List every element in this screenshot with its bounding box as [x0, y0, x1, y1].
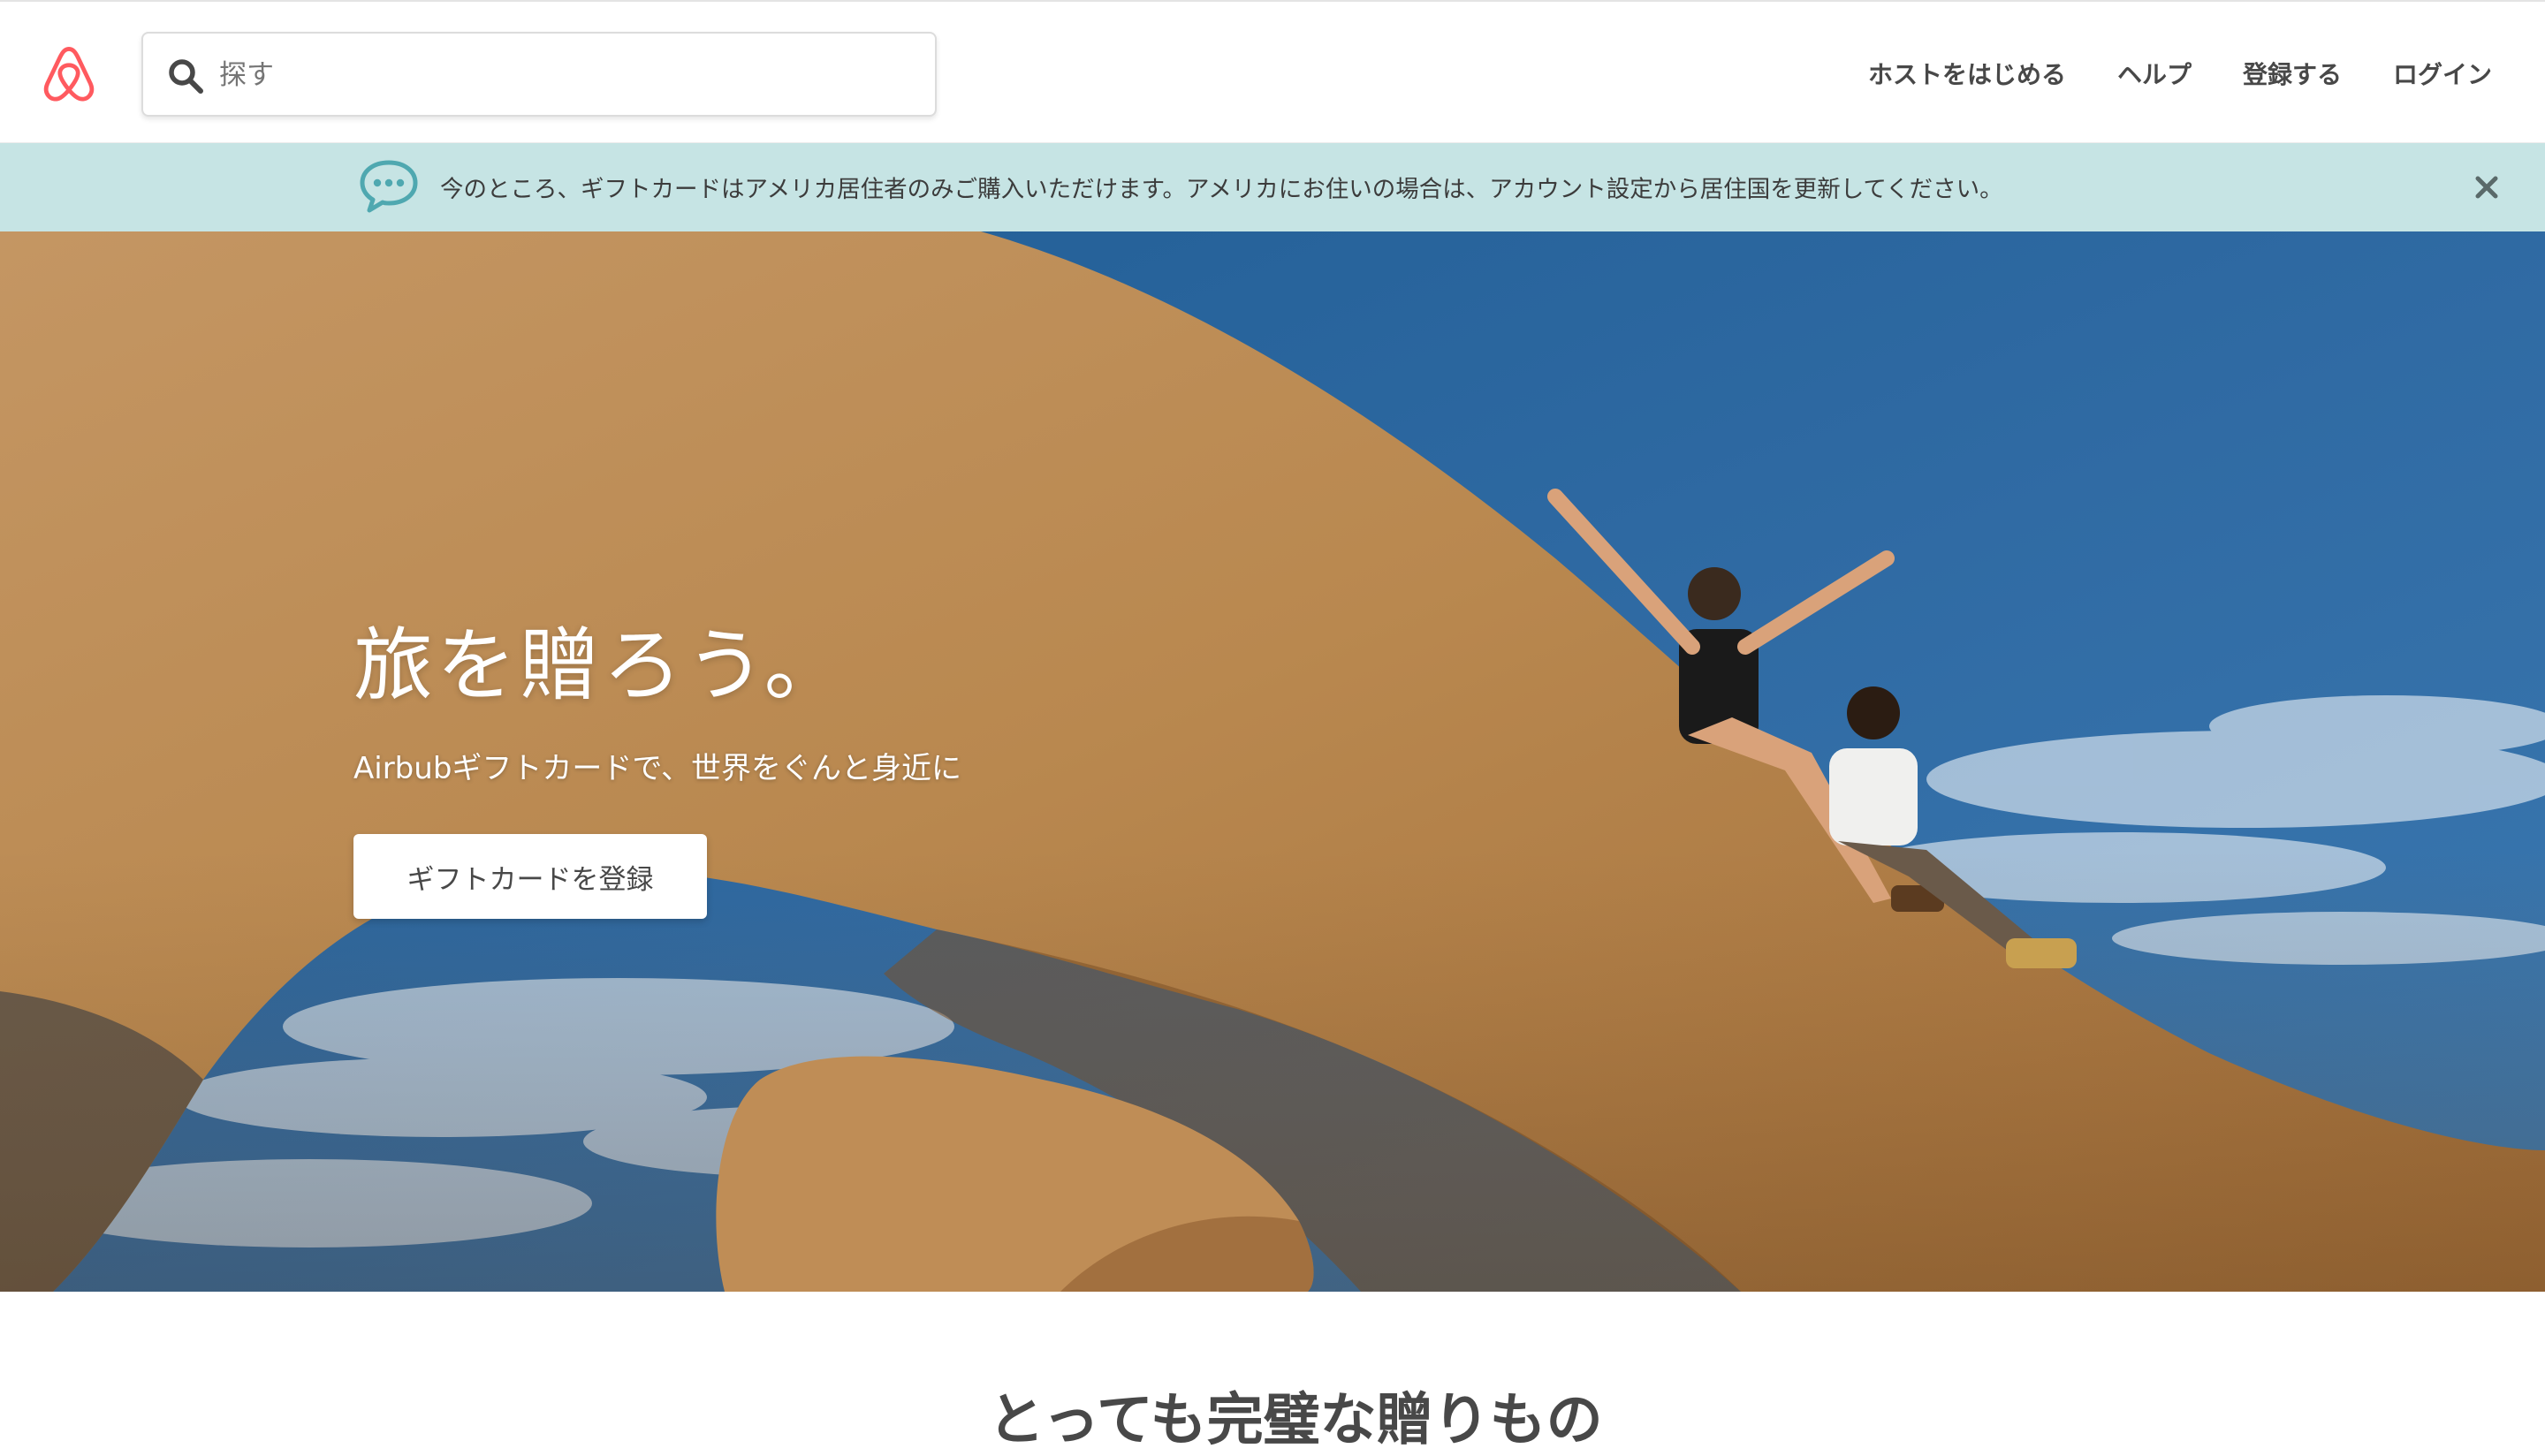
banner-message: 今のところ、ギフトカードはアメリカ居住者のみご購入いただけます。アメリカにお住い… [440, 176, 2003, 203]
hero-title: 旅を贈ろう。 [353, 619, 847, 712]
hero-subtitle: Airbubギフトカードで、世界をぐんと身近に [353, 751, 962, 786]
chat-bubble-icon [360, 160, 418, 213]
search-icon [169, 59, 203, 94]
search-box[interactable] [141, 32, 937, 117]
nav-help[interactable]: ヘルプ [2117, 56, 2192, 91]
airbnb-logo-icon[interactable] [39, 44, 99, 104]
notice-banner: 今のところ、ギフトカードはアメリカ居住者のみご購入いただけます。アメリカにお住い… [0, 143, 2545, 231]
nav-become-host[interactable]: ホストをはじめる [1868, 56, 2066, 91]
nav-log-in[interactable]: ログイン [2393, 56, 2492, 91]
site-header: ホストをはじめる ヘルプ 登録する ログイン [0, 0, 2545, 143]
top-nav: ホストをはじめる ヘルプ 登録する ログイン [1868, 37, 2492, 110]
nav-sign-up[interactable]: 登録する [2243, 56, 2342, 91]
close-icon[interactable] [2471, 171, 2503, 203]
search-input[interactable] [217, 49, 907, 101]
section-heading: とっても完璧な贈りもの [988, 1388, 1603, 1453]
hero-section: 旅を贈ろう。 Airbubギフトカードで、世界をぐんと身近に ギフトカードを登録 [0, 231, 2545, 1292]
redeem-gift-card-button[interactable]: ギフトカードを登録 [353, 834, 707, 919]
